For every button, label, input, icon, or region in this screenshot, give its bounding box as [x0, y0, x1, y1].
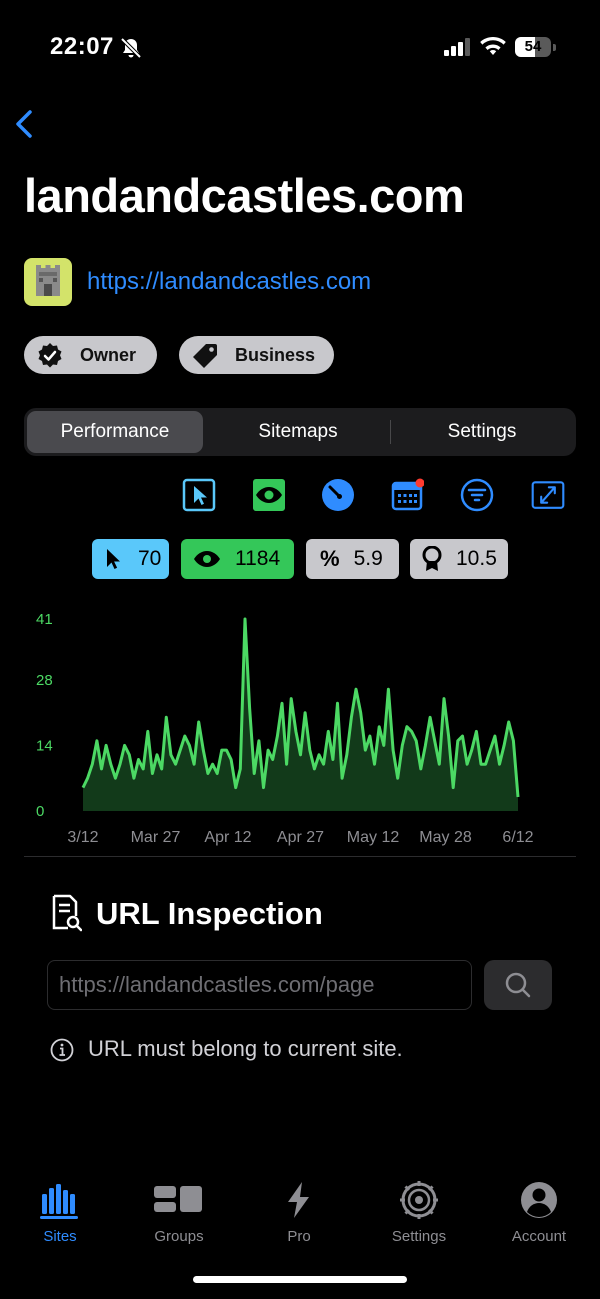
calendar-icon[interactable] [390, 478, 424, 512]
impressions-value: 1184 [235, 547, 281, 570]
gauge-icon[interactable] [321, 478, 355, 512]
eye-icon[interactable] [252, 478, 286, 512]
clicks-value: 70 [138, 547, 162, 570]
ctr-stat: % 5.9 [306, 539, 399, 579]
url-inspection-note: URL must belong to current site. [88, 1036, 403, 1061]
gear-icon [400, 1181, 438, 1219]
expand-icon[interactable] [531, 478, 565, 512]
cursor-icon [107, 549, 120, 569]
y-tick-label: 28 [36, 672, 53, 689]
divider [24, 856, 576, 857]
y-tick-label: 0 [36, 803, 44, 820]
bar-chart-icon [40, 1184, 78, 1219]
bell-slash-icon [120, 37, 142, 59]
cellular-signal-icon [444, 38, 470, 56]
filter-icon[interactable] [460, 478, 494, 512]
verified-seal-icon [38, 343, 62, 368]
y-tick-label: 41 [36, 611, 53, 628]
clicks-stat: 70 [92, 539, 169, 579]
bolt-icon [288, 1182, 309, 1218]
rosette-icon [422, 546, 442, 571]
back-chevron-icon[interactable] [10, 108, 40, 140]
status-time: 22:07 [50, 33, 114, 60]
eye-icon [194, 551, 220, 567]
x-tick-label: Mar 27 [131, 829, 181, 846]
tab-settings[interactable]: Settings [391, 411, 573, 453]
position-stat: 10.5 [410, 539, 508, 579]
performance-chart: 41 28 14 0 3/12 Mar 27 Apr 12 Apr 27 May 12 May 2… [36, 611, 534, 846]
owner-badge: Owner [24, 336, 157, 374]
page-title: landandcastles.com [24, 169, 465, 222]
document-search-icon [52, 894, 82, 932]
percent-icon: % [320, 546, 340, 571]
url-inspection-title: URL Inspection [96, 896, 323, 931]
tag-icon [193, 344, 217, 368]
tab-settings-nav-label: Settings [391, 1228, 447, 1245]
x-tick-label: May 28 [419, 829, 472, 846]
url-inspection-input[interactable] [47, 960, 472, 1010]
info-icon [50, 1038, 74, 1062]
x-tick-label: Apr 12 [204, 829, 251, 846]
x-tick-label: 6/12 [502, 829, 533, 846]
owner-badge-label: Owner [80, 344, 137, 365]
x-tick-label: Apr 27 [277, 829, 324, 846]
tab-sites-label: Sites [43, 1228, 77, 1245]
url-inspection-search-button[interactable] [484, 960, 552, 1010]
tab-sitemaps[interactable]: Sitemaps [206, 411, 390, 453]
castle-icon [36, 265, 60, 296]
search-icon [505, 972, 531, 998]
tab-groups-label: Groups [154, 1228, 204, 1245]
wifi-icon [480, 37, 506, 55]
business-badge: Business [179, 336, 334, 374]
y-tick-label: 14 [36, 737, 53, 754]
battery-indicator: 54 [515, 37, 557, 57]
site-favicon [24, 258, 72, 306]
x-tick-label: May 12 [347, 829, 400, 846]
groups-icon [154, 1186, 202, 1212]
battery-level: 54 [524, 38, 542, 55]
segmented-control: Performance Sitemaps Settings [24, 408, 576, 456]
tab-account-label: Account [511, 1228, 567, 1245]
position-value: 10.5 [456, 547, 497, 570]
cursor-icon[interactable] [182, 478, 216, 512]
x-tick-label: 3/12 [67, 829, 98, 846]
tab-pro-label: Pro [287, 1228, 311, 1245]
impressions-stat: 1184 [181, 539, 294, 579]
person-icon [521, 1182, 557, 1218]
home-indicator [193, 1276, 407, 1283]
tab-performance[interactable]: Performance [27, 411, 203, 453]
ctr-value: 5.9 [353, 547, 383, 570]
site-url-link[interactable]: https://landandcastles.com [87, 268, 371, 296]
business-badge-label: Business [235, 344, 316, 365]
